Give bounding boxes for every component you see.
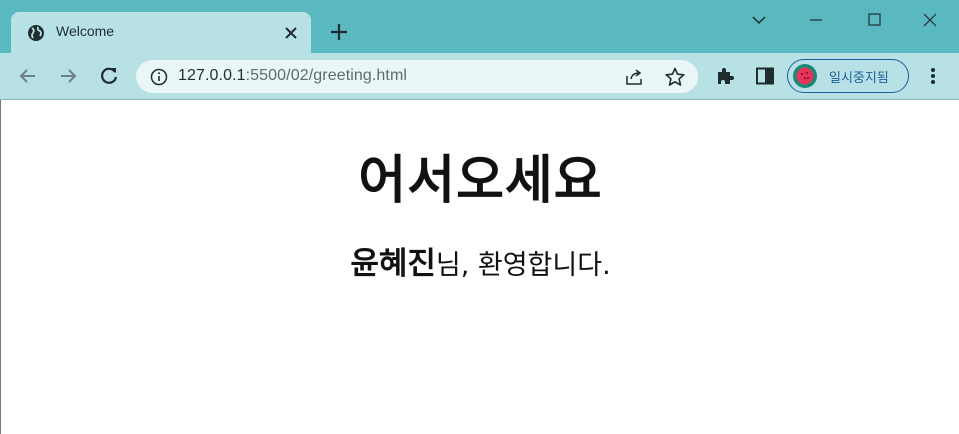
menu-dots-icon[interactable] — [922, 65, 944, 87]
share-icon[interactable] — [624, 67, 644, 87]
user-name: 윤혜진 — [350, 246, 436, 282]
profile-button[interactable]: 일시중지됨 — [787, 59, 909, 93]
browser-tab[interactable]: Welcome — [11, 12, 311, 54]
address-bar[interactable]: 127.0.0.1:5500/02/greeting.html — [136, 60, 698, 93]
browser-titlebar: Welcome — [0, 0, 959, 54]
browser-toolbar: 127.0.0.1:5500/02/greeting.html 일시중지됨 — [0, 53, 959, 100]
bookmark-star-icon[interactable] — [664, 66, 686, 88]
avatar — [793, 64, 817, 88]
greeting-message: 윤혜진님, 환영합니다. — [1, 238, 959, 283]
url-text[interactable]: 127.0.0.1:5500/02/greeting.html — [178, 67, 407, 85]
close-tab-icon[interactable] — [281, 23, 301, 43]
reload-icon[interactable] — [97, 64, 121, 88]
url-host: 127.0.0.1 — [178, 67, 246, 84]
page-content: 어서오세요 윤혜진님, 환영합니다. — [0, 100, 959, 434]
forward-arrow-icon[interactable] — [56, 64, 80, 88]
site-info-icon[interactable] — [150, 68, 168, 86]
tab-search-chevron-icon[interactable] — [745, 8, 773, 32]
back-arrow-icon[interactable] — [16, 64, 40, 88]
greeting-suffix: 님, 환영합니다. — [435, 250, 611, 281]
profile-status-label: 일시중지됨 — [829, 71, 889, 86]
new-tab-icon[interactable] — [328, 21, 350, 43]
url-path: :5500/02/greeting.html — [245, 67, 408, 84]
side-panel-icon[interactable] — [754, 65, 776, 87]
extensions-puzzle-icon[interactable] — [714, 65, 736, 87]
maximize-icon[interactable] — [860, 8, 888, 32]
window-close-icon[interactable] — [916, 8, 944, 32]
globe-icon — [28, 25, 44, 41]
minimize-icon[interactable] — [802, 8, 830, 32]
tab-title: Welcome — [56, 23, 115, 39]
page-heading: 어서오세요 — [358, 151, 603, 211]
